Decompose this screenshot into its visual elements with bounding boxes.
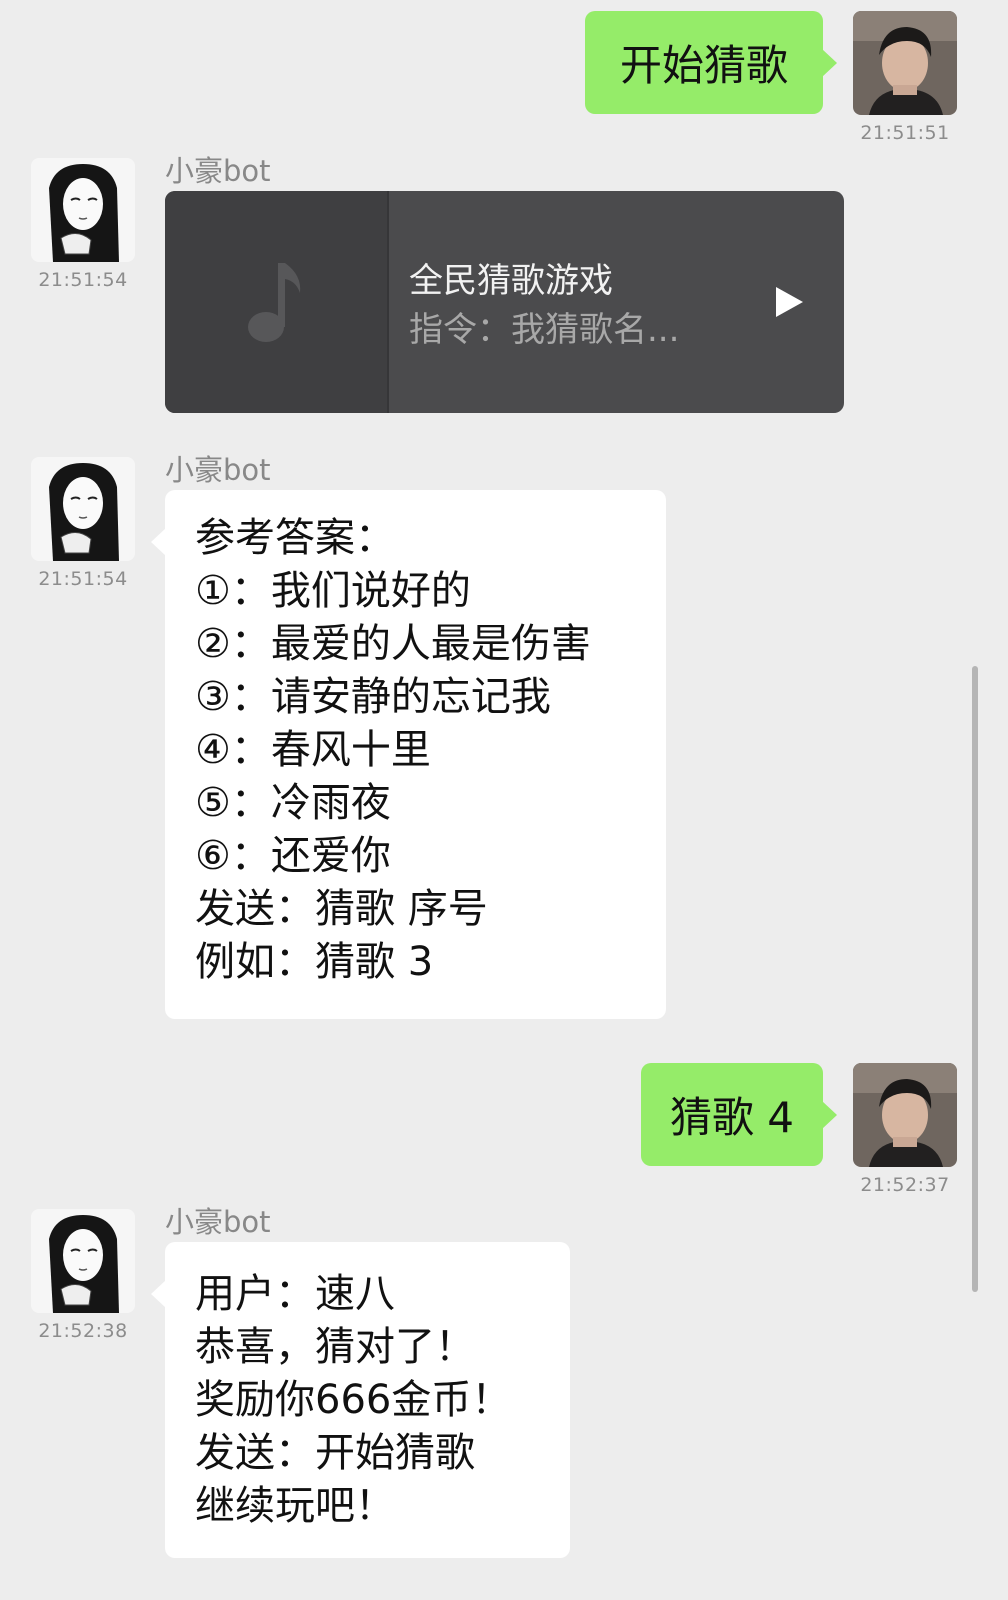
user-avatar-image [853, 1063, 957, 1167]
bot-avatar-image [31, 158, 135, 262]
message-line: 奖励你666金币！ [195, 1377, 512, 1423]
music-card-title: 全民猜歌游戏 [409, 261, 613, 301]
message-line: ⑥：还爱你 [195, 833, 391, 879]
bot-avatar-image [31, 457, 135, 561]
message-text: 开始猜歌 [619, 41, 788, 90]
bot-avatar-image [31, 1209, 135, 1313]
sender-name: 小豪bot [165, 1205, 271, 1239]
message-bubble-user[interactable]: 开始猜歌 [585, 11, 837, 114]
play-icon[interactable] [765, 279, 811, 325]
timestamp: 21:51:54 [38, 269, 128, 291]
music-card[interactable]: 全民猜歌游戏 指令：我猜歌名... [165, 191, 844, 413]
timestamp: 21:51:54 [38, 568, 128, 590]
timestamp: 21:51:51 [860, 122, 950, 144]
message-line: 发送：猜歌 序号 [195, 886, 488, 932]
message-line: 例如：猜歌 3 [195, 939, 434, 985]
message-text: 猜歌 4 [669, 1093, 795, 1142]
message-line: 用户：速八 [195, 1271, 395, 1317]
scrollbar[interactable] [972, 666, 978, 1292]
music-card-description: 指令：我猜歌名... [409, 310, 680, 350]
message-line: 发送：开始猜歌 [195, 1430, 475, 1476]
bot-avatar[interactable] [31, 1209, 135, 1313]
message-line: ④：春风十里 [195, 727, 431, 773]
message-bubble-bot[interactable]: 参考答案： ①：我们说好的 ②：最爱的人最是伤害 ③：请安静的忘记我 ④：春风十… [151, 490, 666, 1019]
user-avatar[interactable] [853, 11, 957, 115]
message-line: ①：我们说好的 [195, 568, 471, 614]
user-avatar[interactable] [853, 1063, 957, 1167]
sender-name: 小豪bot [165, 453, 271, 487]
message-line: ②：最爱的人最是伤害 [195, 621, 591, 667]
message-line: ⑤：冷雨夜 [195, 780, 391, 826]
message-line: ③：请安静的忘记我 [195, 674, 551, 720]
message-line: 继续玩吧！ [195, 1483, 395, 1529]
user-avatar-image [853, 11, 957, 115]
message-bubble-bot[interactable]: 用户：速八 恭喜，猜对了！ 奖励你666金币！ 发送：开始猜歌 继续玩吧！ [151, 1242, 570, 1558]
timestamp: 21:52:37 [860, 1174, 950, 1196]
bot-avatar[interactable] [31, 457, 135, 561]
timestamp: 21:52:38 [38, 1320, 128, 1342]
bot-avatar[interactable] [31, 158, 135, 262]
music-cover [165, 191, 389, 413]
message-line: 恭喜，猜对了！ [195, 1324, 475, 1370]
music-note-icon [248, 263, 301, 342]
message-line: 参考答案： [195, 515, 395, 561]
message-bubble-user[interactable]: 猜歌 4 [641, 1063, 837, 1166]
sender-name: 小豪bot [165, 154, 271, 188]
